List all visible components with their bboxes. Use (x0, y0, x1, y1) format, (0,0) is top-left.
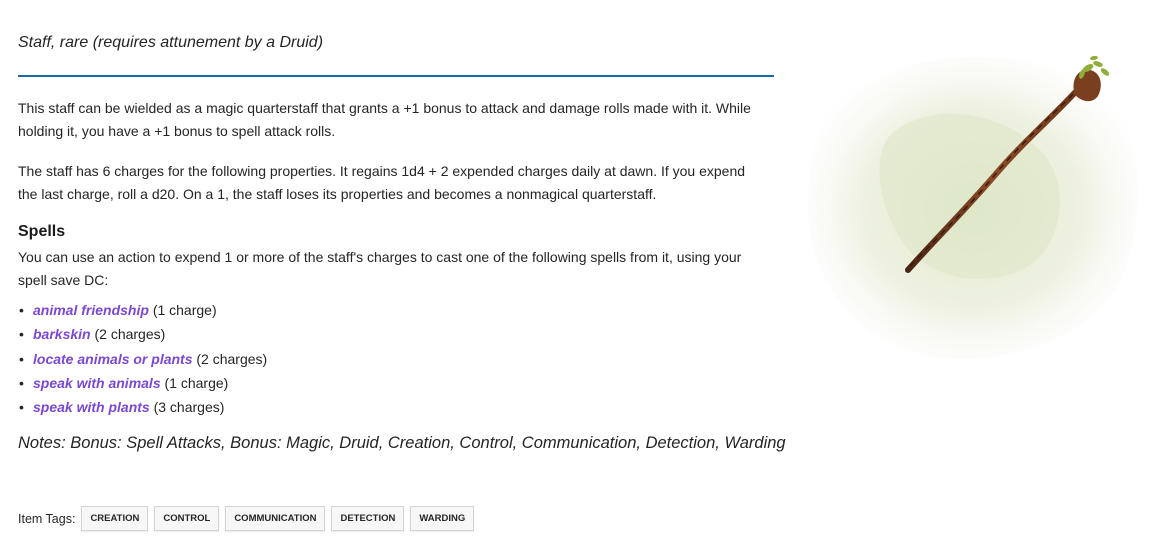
spells-heading: Spells (18, 223, 66, 240)
bullet-icon: • (19, 350, 24, 367)
tag-detection[interactable]: DETECTION (331, 506, 405, 531)
spell-list: • animal friendship (1 charge) • barkskin … (18, 298, 267, 419)
bullet-icon: • (19, 302, 24, 318)
spell-cost: (3 charges) (153, 399, 225, 416)
spell-link[interactable]: speak with animals (33, 375, 161, 391)
staff-head (1073, 69, 1101, 102)
item-tags: Item Tags: CREATION CONTROL COMMUNICATIO… (18, 506, 480, 531)
staff-illustration (807, 55, 1139, 359)
spell-link[interactable]: animal friendship (33, 302, 149, 318)
spell-cost: (1 charge) (152, 302, 217, 318)
list-item: • speak with animals (1 charge) (18, 371, 267, 395)
spell-cost: (2 charges) (196, 350, 268, 367)
bullet-icon: • (19, 326, 24, 343)
bullet-icon: • (19, 374, 24, 391)
list-item: • speak with plants (3 charges) (18, 395, 267, 419)
item-notes: Notes: Bonus: Spell Attacks, Bonus: Magi… (18, 434, 786, 452)
tag-control[interactable]: CONTROL (154, 506, 220, 531)
list-item: • locate animals or plants (2 charges) (18, 347, 267, 371)
spell-link[interactable]: speak with plants (33, 399, 150, 415)
tags-label: Item Tags: (18, 511, 76, 526)
list-item: • barkskin (2 charges) (18, 322, 267, 346)
item-subtitle: Staff, rare (requires attunement by a Dr… (18, 34, 324, 51)
description-paragraph-2: The staff has 6 charges for the followin… (18, 163, 746, 202)
tag-warding[interactable]: WARDING (410, 506, 475, 531)
list-item: • animal friendship (1 charge) (18, 298, 267, 322)
tag-communication[interactable]: COMMUNICATION (225, 506, 326, 531)
tag-creation[interactable]: CREATION (81, 506, 149, 531)
spell-link[interactable]: locate animals or plants (33, 351, 193, 367)
description-paragraph-1: This staff can be wielded as a magic qua… (18, 100, 751, 139)
header-divider (18, 75, 774, 77)
spell-cost: (1 charge) (164, 374, 229, 391)
spells-intro: You can use an action to expend 1 or mor… (18, 249, 742, 288)
spell-link[interactable]: barkskin (33, 326, 91, 342)
spell-cost: (2 charges) (94, 326, 166, 343)
bullet-icon: • (19, 399, 24, 416)
